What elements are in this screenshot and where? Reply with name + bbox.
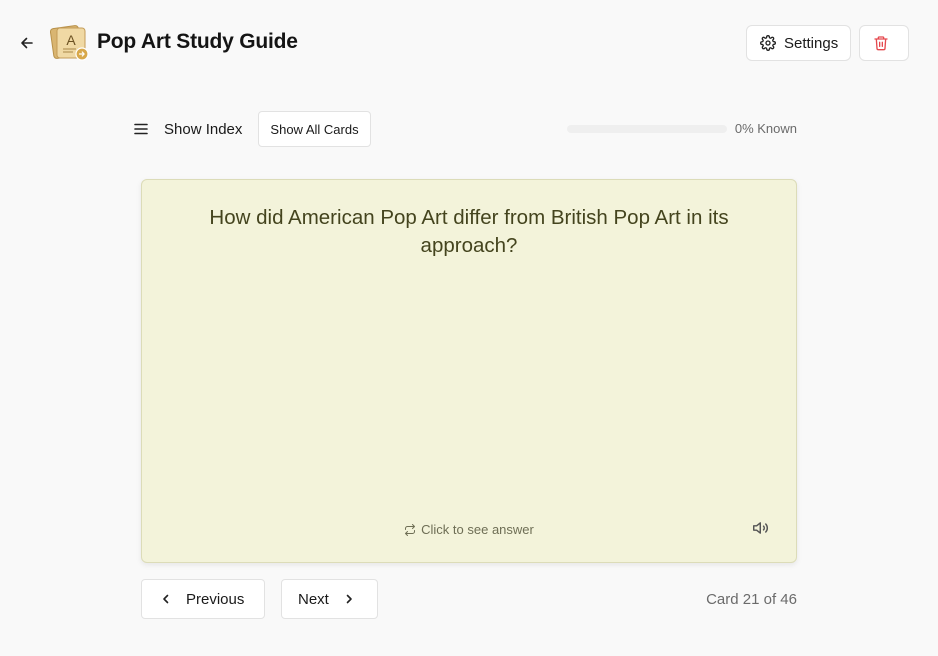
- card-question: How did American Pop Art differ from Bri…: [209, 206, 729, 257]
- flip-hint: Click to see answer: [142, 522, 796, 537]
- logo-letter: A: [66, 32, 76, 48]
- page-title: Pop Art Study Guide: [97, 30, 298, 53]
- card-counter: Card 21 of 46: [706, 591, 797, 608]
- show-index-label: Show Index: [164, 120, 243, 138]
- known-progress-label: 0% Known: [734, 121, 797, 136]
- flashcard[interactable]: How did American Pop Art differ from Bri…: [141, 179, 797, 563]
- card-toolbar: Show Index Show All Cards 0% Known: [133, 111, 797, 147]
- gear-icon: [760, 35, 776, 51]
- next-label: Next: [298, 590, 329, 608]
- settings-button[interactable]: Settings: [746, 25, 851, 61]
- repeat-icon: [405, 523, 416, 536]
- previous-label: Previous: [186, 590, 245, 608]
- next-button[interactable]: Next: [281, 579, 378, 619]
- delete-button[interactable]: [859, 25, 909, 61]
- flip-hint-label: Click to see answer: [421, 522, 534, 537]
- show-all-cards-button[interactable]: Show All Cards: [258, 111, 371, 147]
- read-aloud-button[interactable]: [752, 520, 770, 536]
- chevron-right-icon: [346, 594, 352, 604]
- trash-icon: [874, 36, 888, 51]
- settings-label: Settings: [784, 34, 839, 52]
- show-index-toggle[interactable]: Show Index: [133, 111, 242, 147]
- known-progress-bar: [567, 125, 727, 133]
- speaker-icon: [753, 522, 768, 534]
- chevron-left-icon: [163, 594, 169, 604]
- top-bar: A Pop Art Study Guide Settings: [0, 0, 938, 86]
- flashcard-logo-icon: A: [49, 25, 89, 61]
- menu-icon: [134, 123, 148, 135]
- previous-button[interactable]: Previous: [141, 579, 265, 619]
- back-button[interactable]: [17, 33, 37, 53]
- arrow-left-icon: [21, 37, 33, 49]
